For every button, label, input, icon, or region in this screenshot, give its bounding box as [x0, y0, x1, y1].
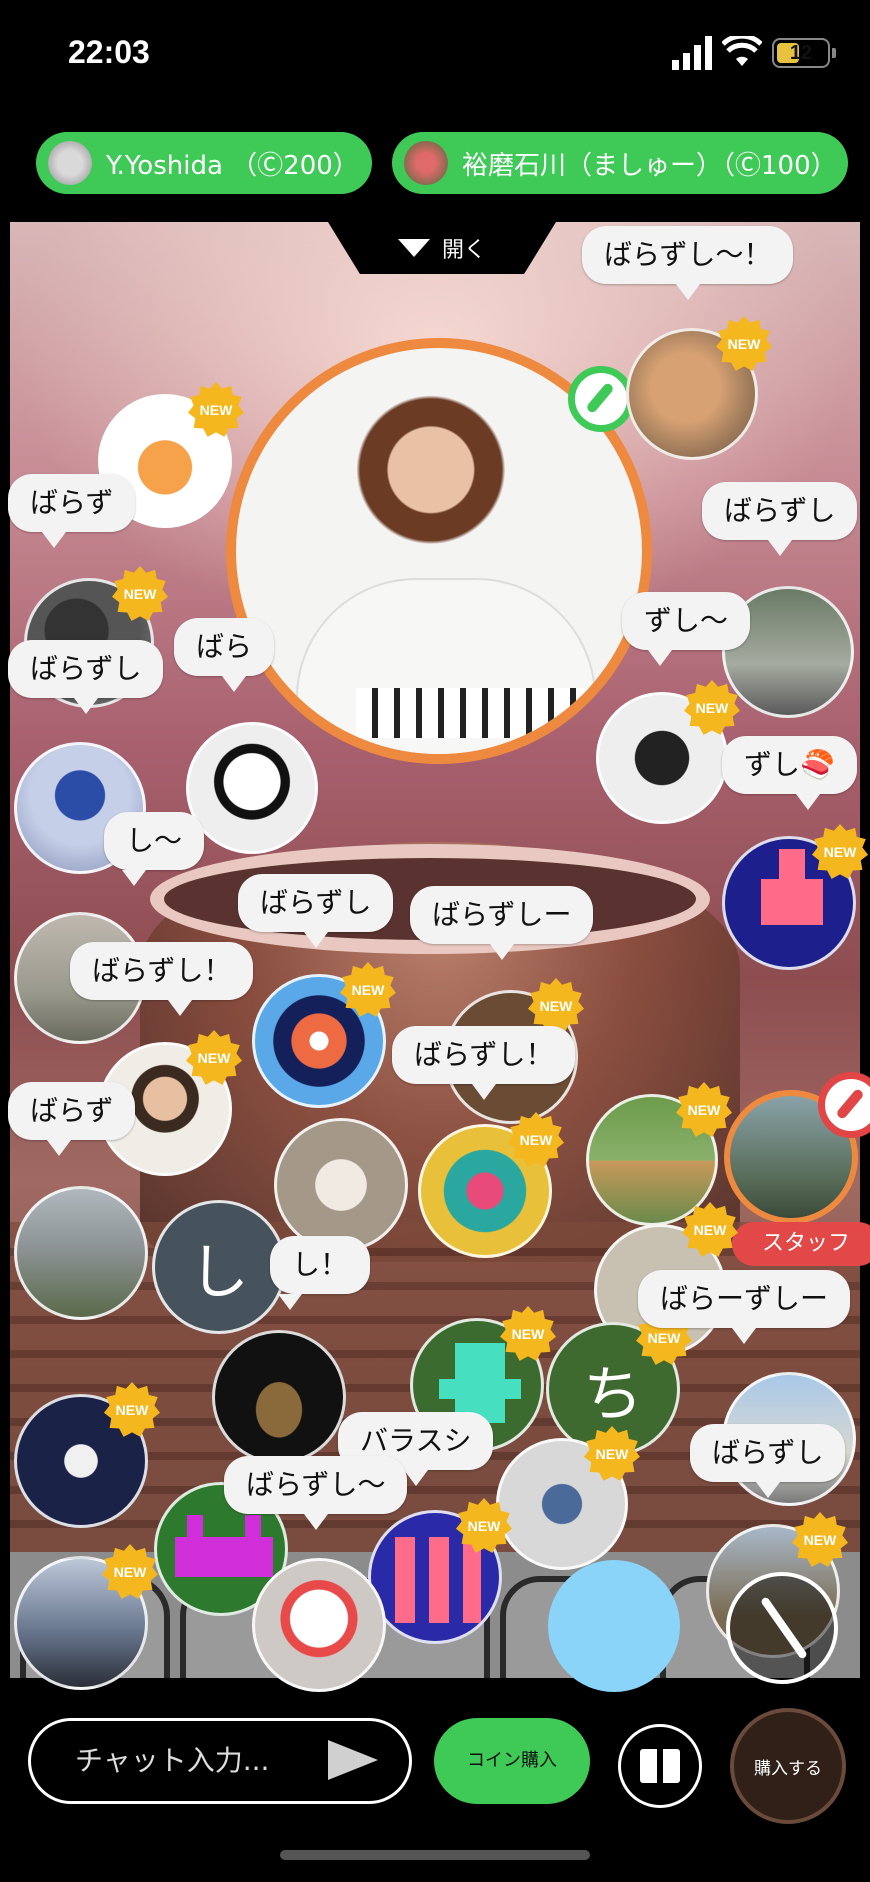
avatar-letter: し: [189, 1237, 249, 1308]
chat-bubble: し！: [270, 1236, 371, 1310]
chat-bubble: ばらずし〜: [224, 1456, 408, 1530]
coin-purchase-button[interactable]: コイン購入: [434, 1718, 590, 1804]
buy-label: 購入する: [754, 1758, 822, 1779]
chat-bubble: ばら: [174, 618, 275, 692]
audience-avatar[interactable]: [274, 1118, 408, 1252]
status-time: 22:03: [68, 34, 150, 70]
audience-avatar[interactable]: [548, 1560, 680, 1692]
buy-button[interactable]: 購入する: [730, 1708, 846, 1824]
wifi-icon: [722, 36, 762, 66]
host-label: Y.Yoshida （Ⓒ200）: [106, 150, 359, 181]
chat-bubble: ばらーずしー: [638, 1270, 851, 1344]
gift-button[interactable]: [618, 1724, 702, 1808]
chat-bubble: ばらずし: [238, 874, 394, 948]
chat-bubble: ばらずし！: [70, 942, 254, 1016]
mic-icon: [568, 366, 634, 432]
chat-bubble: ずし〜: [622, 592, 751, 666]
avatar: [404, 141, 448, 185]
audience-avatar[interactable]: [252, 1558, 386, 1692]
open-panel-button[interactable]: 開く: [328, 222, 556, 274]
audience-avatar[interactable]: [186, 722, 318, 854]
audience-avatar[interactable]: [14, 1186, 148, 1320]
chat-bubble: ずし🍣: [722, 736, 857, 810]
compass-icon[interactable]: [726, 1572, 838, 1684]
chat-bubble: ばらずし: [702, 482, 858, 556]
audience-avatar-letter[interactable]: し: [152, 1200, 286, 1334]
open-label: 開く: [441, 238, 486, 263]
gift-icon: [640, 1745, 680, 1783]
chat-bubble: ばらずし〜！: [582, 226, 794, 300]
host-label: 裕磨石川（ましゅー）（Ⓒ100）: [462, 150, 837, 181]
signal-icon: [672, 36, 712, 70]
chat-bubble: ばらず: [8, 474, 136, 548]
chat-bubble: ばらずし: [8, 640, 164, 714]
staff-badge: スタッフ: [732, 1222, 870, 1266]
triangle-down-icon: [397, 239, 430, 257]
chat-bubble: し〜: [104, 812, 205, 886]
host-pill-ishikawa[interactable]: 裕磨石川（ましゅー）（Ⓒ100）: [392, 132, 848, 194]
send-icon[interactable]: [328, 1740, 378, 1780]
battery-level: 12: [789, 42, 813, 64]
avatar: [48, 141, 92, 185]
chat-bubble: ばらずしー: [410, 886, 594, 960]
chat-bubble: ばらず: [8, 1082, 136, 1156]
audience-avatar[interactable]: [212, 1330, 346, 1464]
host-pill-yoshida[interactable]: Y.Yoshida （Ⓒ200）: [36, 132, 372, 194]
battery-icon: 12: [772, 38, 830, 68]
chat-bubble: ばらずし！: [392, 1026, 576, 1100]
chat-bubble: ばらずし: [690, 1424, 846, 1498]
home-indicator: [280, 1850, 590, 1860]
avatar-letter: ち: [583, 1359, 643, 1430]
